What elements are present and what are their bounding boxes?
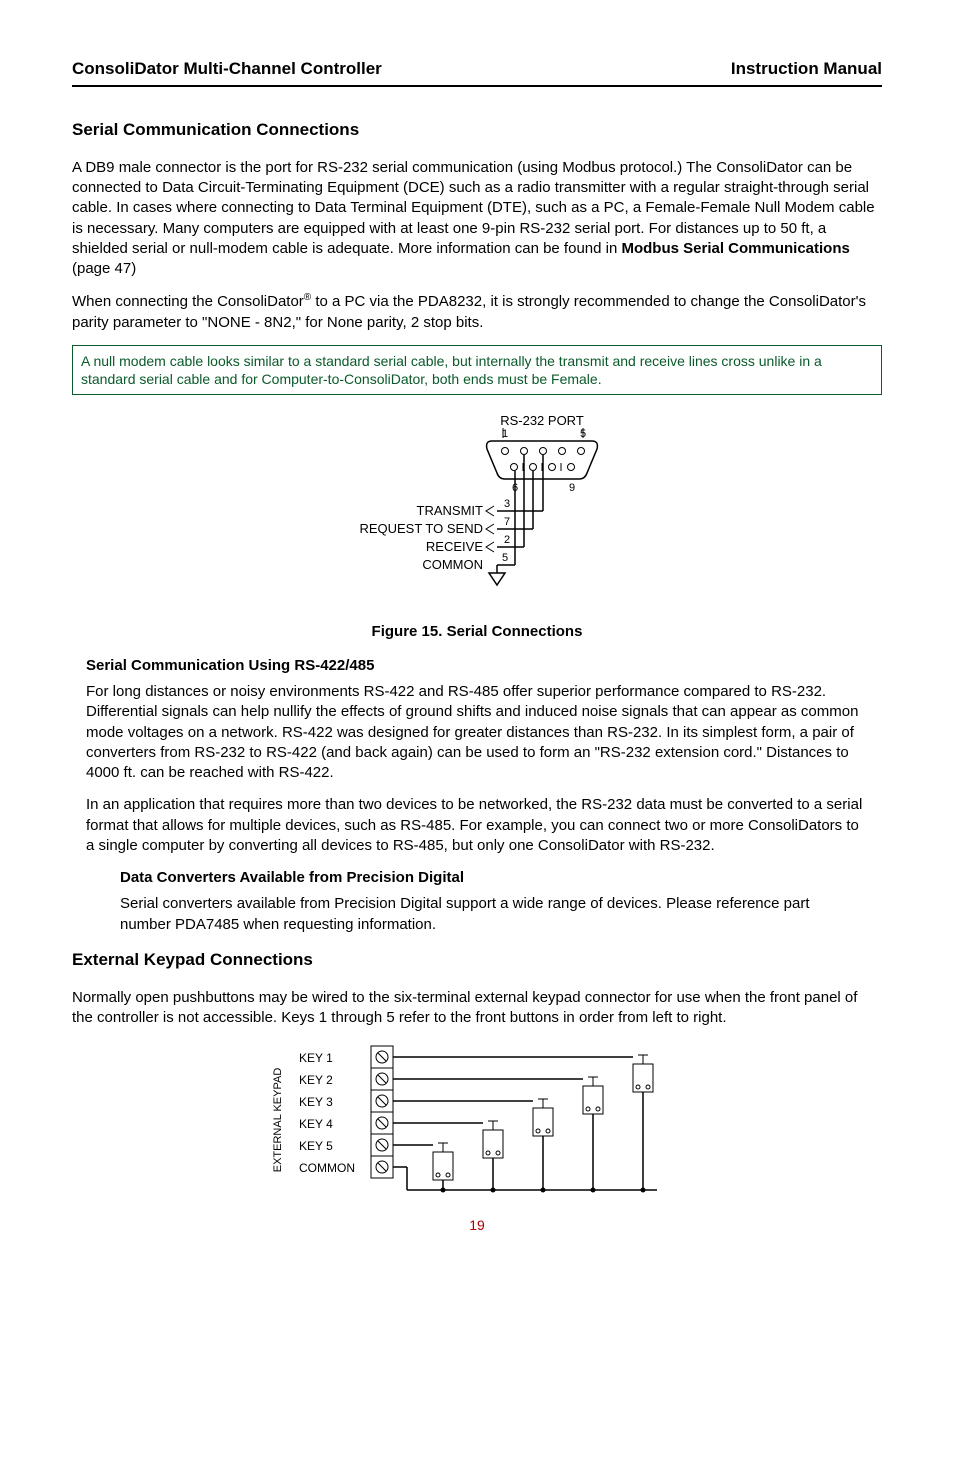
pushbutton-icon [433, 1143, 453, 1180]
header-right: Instruction Manual [731, 58, 882, 81]
external-keypad-label: EXTERNAL KEYPAD [272, 1068, 284, 1173]
keypad-para: Normally open pushbuttons may be wired t… [72, 988, 882, 1029]
pin-9-label: 9 [569, 482, 575, 494]
rts-label: REQUEST TO SEND [359, 521, 483, 536]
converters-para: Serial converters available from Precisi… [120, 894, 852, 935]
subsection-rs422-title: Serial Communication Using RS-422/485 [86, 656, 868, 676]
rs422-para-1: For long distances or noisy environments… [86, 682, 868, 783]
pushbutton-icon [533, 1099, 553, 1136]
note-box: A null modem cable looks similar to a st… [72, 345, 882, 395]
keypad-common-label: COMMON [299, 1161, 355, 1175]
pin-1-label: 1 [502, 428, 508, 440]
rs422-para-2: In an application that requires more tha… [86, 795, 868, 856]
pushbutton-icon [633, 1055, 653, 1092]
figure-15-caption: Figure 15. Serial Connections [72, 622, 882, 642]
subsection-converters-title: Data Converters Available from Precision… [120, 868, 852, 888]
section-keypad-title: External Keypad Connections [72, 949, 882, 972]
pushbutton-icon [583, 1077, 603, 1114]
figure-keypad-diagram: EXTERNAL KEYPAD KEY 1 KEY 2 KEY 3 KEY 4 … [72, 1040, 882, 1206]
ground-icon [489, 565, 505, 585]
wire-5-label: 5 [502, 552, 508, 564]
arrow-right-icon [486, 524, 494, 534]
db9-connector-icon [487, 441, 598, 479]
wire-2-label: 2 [504, 534, 510, 546]
header-left: ConsoliDator Multi-Channel Controller [72, 58, 382, 81]
section-serial-conn-title: Serial Communication Connections [72, 119, 882, 142]
transmit-label: TRANSMIT [417, 503, 484, 518]
wire-7-label: 7 [504, 516, 510, 528]
common-label: COMMON [422, 557, 483, 572]
pushbutton-icon [483, 1121, 503, 1158]
receive-label: RECEIVE [426, 539, 483, 554]
key-1-label: KEY 1 [299, 1051, 333, 1065]
page-header: ConsoliDator Multi-Channel Controller In… [72, 58, 882, 87]
key-4-label: KEY 4 [299, 1117, 333, 1131]
key-3-label: KEY 3 [299, 1095, 333, 1109]
figure-15-diagram: RS-232 PORT 1 5 6 9 3 TRANSMIT 7 REQUEST… [72, 411, 882, 617]
serial-conn-para-2: When connecting the ConsoliDator® to a P… [72, 291, 882, 333]
rs232-port-label: RS-232 PORT [500, 413, 584, 428]
page-number: 19 [72, 1216, 882, 1235]
key-2-label: KEY 2 [299, 1073, 333, 1087]
pin-5-label: 5 [580, 428, 586, 440]
key-5-label: KEY 5 [299, 1139, 333, 1153]
serial-conn-para-1: A DB9 male connector is the port for RS-… [72, 158, 882, 280]
wire-3-label: 3 [504, 498, 510, 510]
